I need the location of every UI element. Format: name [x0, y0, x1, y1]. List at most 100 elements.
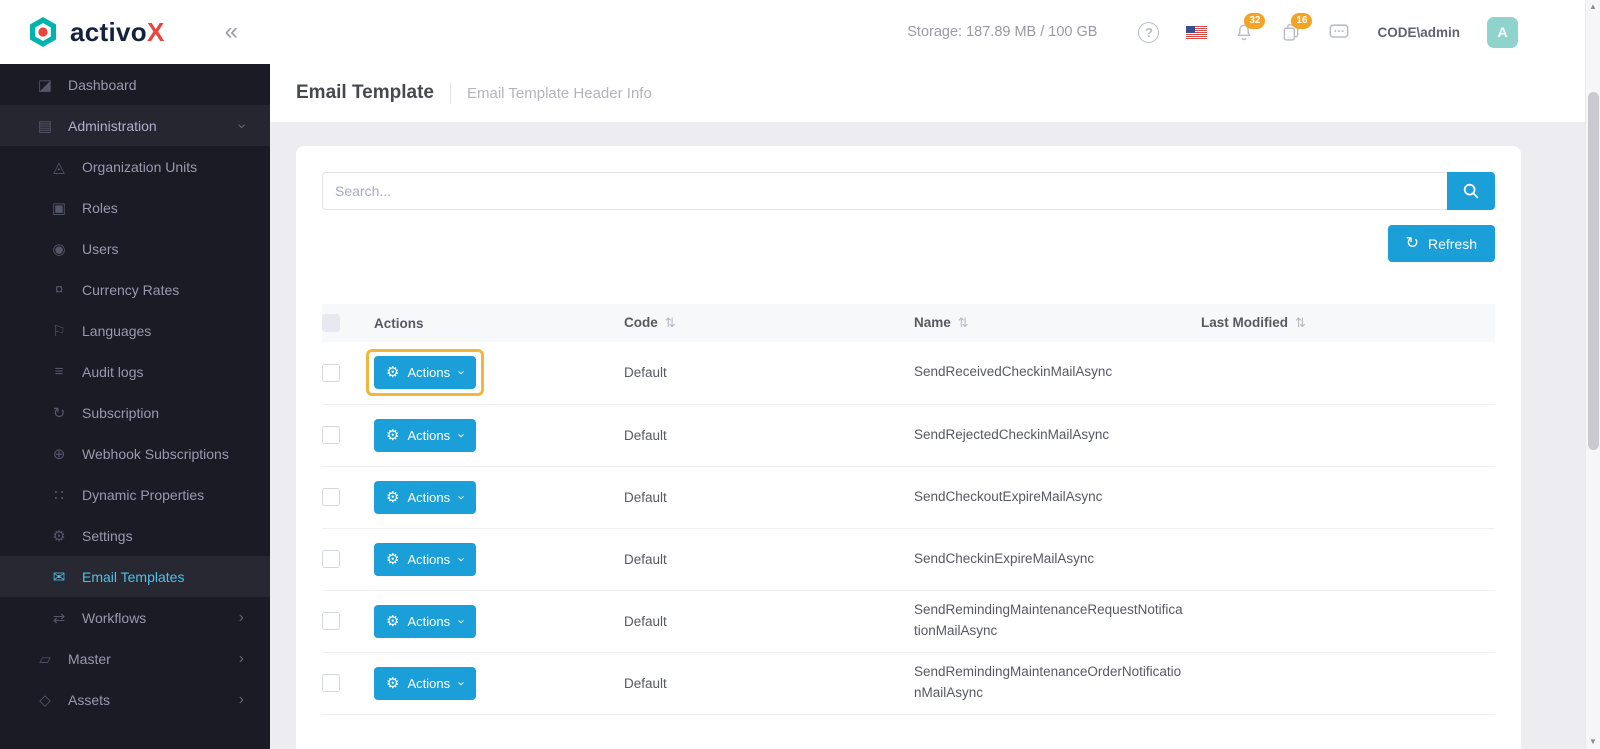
- sidebar-item-settings[interactable]: ⚙ Settings: [0, 515, 270, 556]
- sidebar-item-master[interactable]: ▱ Master ›: [0, 638, 270, 679]
- actions-button-wrap: ⚙ Actions ›: [366, 412, 484, 459]
- actions-button-label: Actions: [407, 489, 451, 505]
- currency-rates-icon: ¤: [54, 281, 64, 298]
- table-row: ⚙ Actions › Default SendRejectedCheckinMailA…: [322, 404, 1495, 467]
- sidebar-item-label: Master: [68, 650, 111, 667]
- assets-icon: ◇: [39, 691, 51, 709]
- actions-button[interactable]: ⚙ Actions ›: [374, 356, 477, 390]
- scrollbar-up-arrow[interactable]: ▲: [1586, 0, 1600, 14]
- row-checkbox[interactable]: [322, 674, 340, 692]
- content-area: ↻ Refresh Actions Code ⇅ Name ⇅ Last Modif…: [270, 122, 1600, 749]
- sidebar-item-roles[interactable]: ▣ Roles: [0, 187, 270, 228]
- last-modified-cell: [1201, 342, 1495, 405]
- column-header-code[interactable]: Code: [624, 315, 658, 330]
- select-all-checkbox[interactable]: [322, 314, 340, 332]
- sidebar-item-administration[interactable]: ▤ Administration ›: [0, 105, 270, 146]
- column-header-name[interactable]: Name: [914, 315, 951, 330]
- subscription-icon: ↻: [52, 404, 66, 422]
- gear-icon: ⚙: [386, 364, 400, 382]
- last-modified-cell: [1201, 404, 1495, 467]
- sidebar-item-label: Assets: [68, 691, 111, 708]
- actions-button[interactable]: ⚙ Actions ›: [374, 604, 477, 638]
- search-input[interactable]: [322, 172, 1495, 210]
- help-icon[interactable]: ?: [1138, 21, 1160, 43]
- scrollbar-down-arrow[interactable]: ▼: [1586, 735, 1600, 749]
- sidebar-item-users[interactable]: ◉ Users: [0, 228, 270, 269]
- avatar[interactable]: A: [1487, 16, 1518, 48]
- search-button[interactable]: [1447, 172, 1495, 210]
- sidebar-item-organization-units[interactable]: ◬ Organization Units: [0, 146, 270, 187]
- refresh-button[interactable]: ↻ Refresh: [1387, 225, 1495, 262]
- row-checkbox[interactable]: [322, 550, 340, 568]
- last-modified-cell: [1201, 528, 1495, 591]
- chat-icon: [1330, 24, 1349, 38]
- messages-button[interactable]: 16: [1281, 13, 1313, 42]
- column-header-last-modified[interactable]: Last Modified: [1201, 315, 1288, 330]
- gear-icon: ⚙: [386, 550, 400, 568]
- templates-table: Actions Code ⇅ Name ⇅ Last Modified ⇅ ⚙ Acti…: [322, 304, 1495, 715]
- sort-icon[interactable]: ⇅: [665, 315, 676, 330]
- sidebar-item-assets[interactable]: ◇ Assets ›: [0, 679, 270, 720]
- sidebar-item-audit-logs[interactable]: ≡ Audit logs: [0, 351, 270, 392]
- gear-icon: ⚙: [386, 488, 400, 506]
- sidebar-item-email-templates[interactable]: ✉ Email Templates: [0, 556, 270, 597]
- actions-button[interactable]: ⚙ Actions ›: [374, 666, 477, 700]
- actions-button-label: Actions: [407, 551, 451, 567]
- row-checkbox[interactable]: [322, 488, 340, 506]
- sidebar-item-languages[interactable]: ⚐ Languages: [0, 310, 270, 351]
- sidebar-item-label: Currency Rates: [82, 281, 180, 298]
- sidebar-collapse-icon[interactable]: «: [225, 20, 238, 44]
- code-cell: Default: [624, 342, 914, 405]
- actions-button-wrap: ⚙ Actions ›: [366, 598, 484, 645]
- last-modified-cell: [1201, 590, 1495, 653]
- current-user[interactable]: CODE\admin: [1377, 25, 1460, 40]
- scrollbar[interactable]: ▲ ▼: [1585, 0, 1600, 749]
- actions-button[interactable]: ⚙ Actions ›: [374, 480, 477, 514]
- sidebar-item-label: Settings: [82, 527, 133, 544]
- chat-button[interactable]: [1328, 22, 1350, 42]
- table-row: ⚙ Actions › Default SendCheckoutExpireMailAs…: [322, 466, 1495, 529]
- actions-button-label: Actions: [407, 613, 451, 629]
- last-modified-cell: [1201, 652, 1495, 715]
- sidebar-item-dashboard[interactable]: ◪ Dashboard: [0, 64, 270, 105]
- sidebar-item-currency-rates[interactable]: ¤ Currency Rates: [0, 269, 270, 310]
- sort-icon[interactable]: ⇅: [958, 315, 969, 330]
- chevron-down-icon: ›: [454, 680, 470, 686]
- topbar: activoX « Storage: 187.89 MB / 100 GB ? …: [0, 0, 1600, 64]
- actions-button-wrap: ⚙ Actions ›: [366, 660, 484, 707]
- sidebar-item-label: Users: [82, 240, 119, 257]
- title-divider: [449, 82, 451, 104]
- sidebar-item-label: Dynamic Properties: [82, 486, 205, 503]
- storage-indicator: Storage: 187.89 MB / 100 GB: [907, 24, 1098, 40]
- organization-units-icon: ◬: [53, 158, 65, 176]
- row-checkbox[interactable]: [322, 612, 340, 630]
- actions-button[interactable]: ⚙ Actions ›: [374, 542, 477, 576]
- sidebar-item-label: Webhook Subscriptions: [82, 445, 229, 462]
- chevron-down-icon: ›: [454, 494, 470, 500]
- sidebar-item-workflows[interactable]: ⇄ Workflows ›: [0, 597, 270, 638]
- actions-button[interactable]: ⚙ Actions ›: [374, 418, 477, 452]
- sort-icon[interactable]: ⇅: [1295, 315, 1306, 330]
- sidebar-item-subscription[interactable]: ↻ Subscription: [0, 392, 270, 433]
- actions-button-wrap: ⚙ Actions ›: [366, 536, 484, 583]
- code-cell: Default: [624, 404, 914, 467]
- sidebar-item-label: Email Templates: [82, 568, 185, 585]
- sidebar-item-dynamic-properties[interactable]: ∷ Dynamic Properties: [0, 474, 270, 515]
- sidebar-item-label: Audit logs: [82, 363, 144, 380]
- language-flag-icon[interactable]: [1186, 25, 1208, 39]
- sidebar-item-label: Dashboard: [68, 76, 137, 93]
- row-checkbox[interactable]: [322, 426, 340, 444]
- chevron-right-icon: ›: [238, 608, 244, 626]
- table-row: ⚙ Actions › Default SendCheckinExpireMailAsy…: [322, 528, 1495, 591]
- name-cell: SendRejectedCheckinMailAsync: [914, 404, 1201, 467]
- search-bar: [322, 172, 1495, 210]
- notifications-button[interactable]: 32: [1234, 13, 1266, 42]
- table-row: ⚙ Actions › Default SendReceivedCheckinMailA…: [322, 342, 1495, 405]
- table-body: ⚙ Actions › Default SendReceivedCheckinMailA…: [322, 342, 1495, 715]
- actions-button-label: Actions: [407, 365, 451, 381]
- code-cell: Default: [624, 652, 914, 715]
- row-checkbox[interactable]: [322, 363, 340, 382]
- actions-button-wrap: ⚙ Actions ›: [366, 474, 484, 521]
- sidebar-item-webhook-subscriptions[interactable]: ⊕ Webhook Subscriptions: [0, 433, 270, 474]
- scrollbar-thumb[interactable]: [1588, 92, 1599, 450]
